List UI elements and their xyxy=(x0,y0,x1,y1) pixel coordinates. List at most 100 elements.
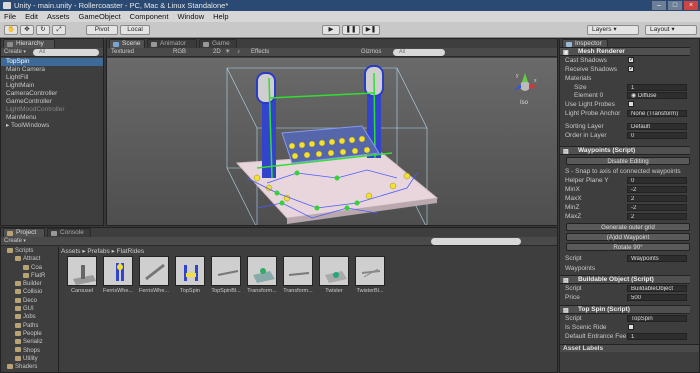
minz-field[interactable]: -2 xyxy=(627,204,687,211)
hierarchy-item[interactable]: Main Camera xyxy=(1,66,103,74)
mesh-renderer-header[interactable]: ▣ Mesh Renderer xyxy=(560,47,690,56)
close-button[interactable]: × xyxy=(684,1,698,10)
maxz-field[interactable]: 2 xyxy=(627,213,687,220)
waypoints-script-field[interactable]: Waypoints xyxy=(627,255,687,262)
2d-toggle[interactable]: 2D xyxy=(213,48,221,57)
disable-editing-button[interactable]: Disable Editing xyxy=(566,157,690,165)
element0-field[interactable]: ◉ Diffuse xyxy=(627,92,687,99)
folder-item[interactable]: People xyxy=(5,330,57,338)
rotate-tool-icon[interactable]: ↻ xyxy=(36,25,50,35)
render-mode-dropdown[interactable]: RGB xyxy=(173,48,186,57)
play-button[interactable]: ▶ xyxy=(322,25,340,35)
price-field[interactable]: 500 xyxy=(627,294,687,301)
pause-button[interactable]: ❚❚ xyxy=(342,25,360,35)
tab-scene[interactable]: Scene xyxy=(109,39,145,48)
projection-label[interactable]: Iso xyxy=(520,100,528,106)
folder-item[interactable]: Shops xyxy=(5,347,57,355)
topspin-script-field[interactable]: TopSpin xyxy=(627,315,687,322)
buildable-script-field[interactable]: BuildableObject xyxy=(627,285,687,292)
shading-mode-dropdown[interactable]: Textured xyxy=(111,48,134,57)
sorting-layer-dropdown[interactable]: Default xyxy=(627,123,687,130)
local-toggle[interactable]: Local xyxy=(120,25,150,35)
hierarchy-item[interactable]: MainMenu xyxy=(1,114,103,122)
hierarchy-create[interactable]: Create xyxy=(1,49,22,55)
asset-prefab[interactable]: TopSpin xyxy=(174,256,206,294)
folder-item[interactable]: Jobs xyxy=(5,313,57,321)
asset-prefab[interactable]: FerrisWhe... xyxy=(102,256,134,294)
receive-shadows-checkbox[interactable]: ✓ xyxy=(628,66,634,72)
asset-prefab[interactable]: Carousel xyxy=(66,256,98,294)
hierarchy-item[interactable]: TopSpin xyxy=(1,58,103,66)
size-field[interactable]: 1 xyxy=(627,84,687,91)
asset-prefab[interactable]: FerrisWhe... xyxy=(138,256,170,294)
hierarchy-item[interactable]: LightFill xyxy=(1,74,103,82)
scene-viewport[interactable]: y x Iso xyxy=(107,58,557,225)
minimize-button[interactable]: – xyxy=(652,1,666,10)
tab-project[interactable]: Project xyxy=(3,228,45,237)
asset-prefab[interactable]: Twister xyxy=(318,256,350,294)
hierarchy-item[interactable]: ▸ ToolWindows xyxy=(1,122,103,130)
move-tool-icon[interactable]: ✥ xyxy=(20,25,34,35)
order-layer-field[interactable]: 0 xyxy=(627,132,687,139)
menu-gameobject[interactable]: GameObject xyxy=(79,11,121,22)
asset-labels[interactable]: Asset Labels xyxy=(560,344,699,352)
waypoints-header[interactable]: ▤ Waypoints (Script) xyxy=(560,146,690,155)
folder-item[interactable]: Utility xyxy=(5,355,57,363)
materials-label[interactable]: Materials xyxy=(565,75,591,83)
hierarchy-item[interactable]: GameController xyxy=(1,98,103,106)
menu-window[interactable]: Window xyxy=(177,11,204,22)
pivot-toggle[interactable]: Pivot xyxy=(86,25,118,35)
tab-hierarchy[interactable]: Hierarchy xyxy=(3,39,55,48)
rotate-button[interactable]: Rotate 90° xyxy=(566,243,690,251)
menu-assets[interactable]: Assets xyxy=(47,11,70,22)
folder-item[interactable]: Attract xyxy=(5,255,57,263)
helper-plane-field[interactable]: 0 xyxy=(627,177,687,184)
tab-animator[interactable]: Animator xyxy=(147,39,197,48)
project-create[interactable]: Create xyxy=(1,238,22,244)
breadcrumb-flatrides[interactable]: FlatRides xyxy=(117,248,144,255)
lighting-toggle-icon[interactable]: ☀ xyxy=(225,48,230,57)
menu-edit[interactable]: Edit xyxy=(25,11,38,22)
generate-outer-grid-button[interactable]: Generate outer grid xyxy=(566,223,690,231)
folder-item[interactable]: Shaders xyxy=(5,363,57,371)
folder-item[interactable]: Paths xyxy=(5,322,57,330)
asset-prefab[interactable]: TwisterBl... xyxy=(354,256,386,294)
menu-component[interactable]: Component xyxy=(130,11,169,22)
step-button[interactable]: ▶❚ xyxy=(362,25,380,35)
asset-prefab[interactable]: TopSpinBl... xyxy=(210,256,242,294)
hand-tool-icon[interactable]: ✋ xyxy=(4,25,18,35)
audio-toggle-icon[interactable]: ♪ xyxy=(237,48,240,57)
folder-item[interactable]: Collisio xyxy=(5,288,57,296)
tab-console[interactable]: Console xyxy=(47,228,91,237)
hierarchy-item[interactable]: LightMoodController xyxy=(1,106,103,114)
entrance-fee-field[interactable]: 1 xyxy=(627,333,687,340)
minx-field[interactable]: -2 xyxy=(627,186,687,193)
scene-search[interactable]: All xyxy=(393,49,445,56)
scenic-checkbox[interactable] xyxy=(628,324,634,330)
hierarchy-item[interactable]: CameraController xyxy=(1,90,103,98)
menu-file[interactable]: File xyxy=(4,11,16,22)
tab-game[interactable]: Game xyxy=(199,39,237,48)
folder-item[interactable]: Coa xyxy=(5,264,57,272)
folder-item[interactable]: FlatR xyxy=(5,272,57,280)
menu-help[interactable]: Help xyxy=(213,11,228,22)
hierarchy-item[interactable]: LightMain xyxy=(1,82,103,90)
layers-dropdown[interactable]: Layers ▾ xyxy=(587,25,639,35)
waypoints-foldout[interactable]: Waypoints xyxy=(565,265,595,273)
folder-item[interactable]: Scripts xyxy=(5,247,57,255)
asset-prefab[interactable]: Transform... xyxy=(246,256,278,294)
breadcrumb-assets[interactable]: Assets xyxy=(61,248,81,255)
folder-item[interactable]: Builder xyxy=(5,280,57,288)
breadcrumb-prefabs[interactable]: Prefabs xyxy=(87,248,109,255)
asset-prefab[interactable]: Transform... xyxy=(282,256,314,294)
add-waypoint-button[interactable]: (A)dd Waypoint xyxy=(566,233,690,241)
topspin-header[interactable]: ▤ Top Spin (Script) xyxy=(560,305,690,314)
buildable-header[interactable]: ▤ Buildable Object (Script) xyxy=(560,275,690,284)
light-probes-checkbox[interactable] xyxy=(628,101,634,107)
folder-item[interactable]: GUI xyxy=(5,305,57,313)
project-search[interactable] xyxy=(431,238,521,245)
anchor-field[interactable]: None (Transform) xyxy=(627,110,687,117)
gizmos-dropdown[interactable]: Gizmos xyxy=(361,48,381,57)
hierarchy-search[interactable]: All xyxy=(33,49,99,56)
cast-shadows-checkbox[interactable]: ✓ xyxy=(628,57,634,63)
